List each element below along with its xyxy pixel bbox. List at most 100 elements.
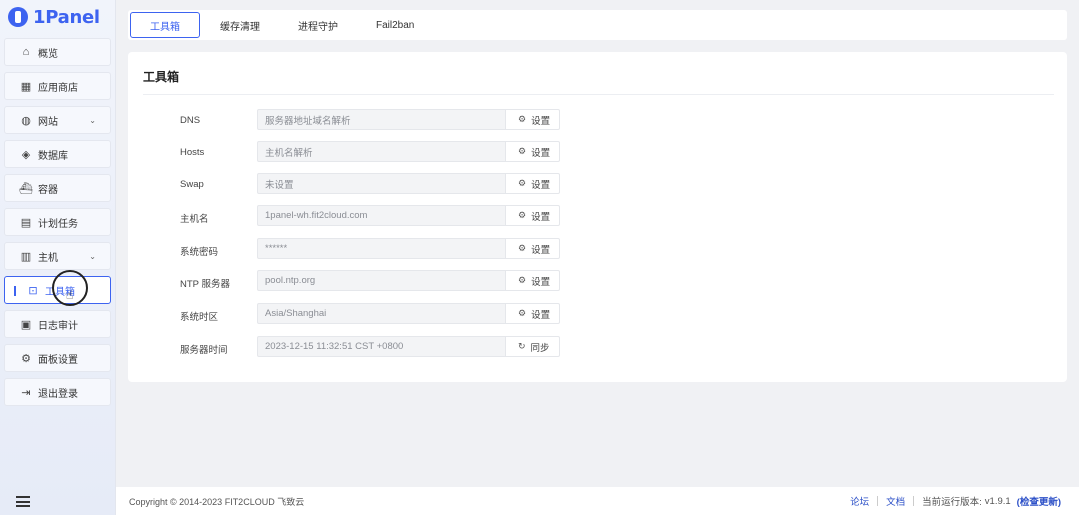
- docs-link[interactable]: 文档: [886, 494, 905, 508]
- setting-row: 主机名 1panel-wh.fit2cloud.com ⚙ 设置: [128, 205, 1067, 227]
- sidebar-item-2[interactable]: ◍ 网站 ⌄: [4, 106, 111, 134]
- setting-label: Hosts: [180, 147, 205, 158]
- settings-button[interactable]: ⚙ 设置: [505, 173, 560, 194]
- sidebar-item-9[interactable]: ⚙ 面板设置: [4, 344, 111, 372]
- setting-value-field: 未设置: [257, 173, 506, 194]
- setting-label: Swap: [180, 179, 204, 190]
- setting-row: 服务器时间 2023-12-15 11:32:51 CST +0800 ↻ 同步: [128, 336, 1067, 358]
- sidebar-item-label: 概览: [38, 48, 58, 60]
- tab-1[interactable]: 缓存清理: [202, 12, 278, 38]
- sidebar-item-label: 面板设置: [38, 354, 78, 366]
- settings-button[interactable]: ⚙ 设置: [505, 303, 560, 324]
- button-label: 同步: [530, 342, 550, 354]
- sidebar-item-8[interactable]: ▣ 日志审计: [4, 310, 111, 338]
- chevron-down-icon: ⌄: [89, 115, 96, 125]
- setting-label: 主机名: [180, 214, 209, 225]
- sidebar-item-label: 计划任务: [38, 218, 78, 230]
- setting-label: DNS: [180, 115, 201, 126]
- settings-button[interactable]: ⚙ 设置: [505, 238, 560, 259]
- divider: [913, 496, 915, 506]
- setting-row: 系统密码 ****** ⚙ 设置: [128, 238, 1067, 260]
- chevron-down-icon: ⌄: [89, 251, 96, 261]
- refresh-icon: ↻: [518, 341, 526, 351]
- globe-icon: ◍: [21, 114, 31, 127]
- sidebar-item-label: 退出登录: [38, 388, 78, 400]
- apps-icon: ▦: [20, 80, 32, 93]
- sidebar-item-label: 容器: [38, 184, 58, 196]
- gear-icon: ⚙: [518, 178, 527, 188]
- gear-icon: ⚙: [518, 308, 527, 318]
- sidebar-item-label: 日志审计: [38, 320, 78, 332]
- tab-3[interactable]: Fail2ban: [358, 12, 432, 38]
- forum-link[interactable]: 论坛: [850, 494, 869, 508]
- button-label: 设置: [531, 244, 551, 256]
- settings-button[interactable]: ⚙ 设置: [505, 109, 560, 130]
- calendar-icon: ▤: [20, 216, 32, 229]
- sidebar-item-10[interactable]: ⇥ 退出登录: [4, 378, 111, 406]
- database-icon: ◈: [21, 148, 31, 161]
- setting-label: 系统密码: [180, 247, 219, 258]
- tab-0[interactable]: 工具箱: [130, 12, 200, 38]
- sidebar-item-1[interactable]: ▦ 应用商店: [4, 72, 111, 100]
- footer: Copyright © 2014-2023 FIT2CLOUD 飞致云 论坛 文…: [116, 487, 1079, 515]
- button-label: 设置: [531, 179, 551, 191]
- setting-label: 系统时区: [180, 312, 219, 323]
- version-label: 当前运行版本:: [922, 497, 982, 508]
- button-label: 设置: [531, 211, 551, 223]
- sidebar-nav: ⌂ 概览 ▦ 应用商店 ◍ 网站 ⌄ ◈ 数据库 ⛴ 容器 ▤ 计划任务 ▥ 主机 ⌄ ⊡ 工具箱 ▣ 日志审计 ⚙ 面板…: [0, 34, 115, 406]
- sync-button[interactable]: ↻ 同步: [505, 336, 560, 357]
- tab-2[interactable]: 进程守护: [280, 12, 356, 38]
- gear-icon: ⚙: [518, 275, 527, 285]
- logout-icon: ⇥: [21, 386, 31, 399]
- sidebar-item-label: 应用商店: [38, 82, 78, 94]
- setting-value-field: 1panel-wh.fit2cloud.com: [257, 205, 506, 226]
- setting-value-field: ******: [257, 238, 506, 259]
- setting-value-field: 主机名解析: [257, 141, 506, 162]
- setting-row: DNS 服务器地址域名解析 ⚙ 设置: [128, 109, 1067, 131]
- setting-row: 系统时区 Asia/Shanghai ⚙ 设置: [128, 303, 1067, 325]
- sidebar-item-6[interactable]: ▥ 主机 ⌄: [4, 242, 111, 270]
- check-update-link[interactable]: (检查更新): [1017, 494, 1061, 508]
- sidebar: 1Panel ⌂ 概览 ▦ 应用商店 ◍ 网站 ⌄ ◈ 数据库 ⛴ 容器 ▤ 计划任务 ▥ 主机 ⌄ ⊡ 工具箱 ▣…: [0, 0, 116, 515]
- setting-value-field: 服务器地址域名解析: [257, 109, 506, 130]
- button-label: 设置: [531, 147, 551, 159]
- copyright-text: Copyright © 2014-2023 FIT2CLOUD 飞致云: [129, 496, 305, 507]
- settings-button[interactable]: ⚙ 设置: [505, 205, 560, 226]
- container-icon: ⛴: [19, 182, 33, 195]
- hand-pointer-icon: ☝: [66, 288, 74, 302]
- logo-icon: [8, 7, 28, 27]
- menu-toggle-icon[interactable]: [16, 496, 30, 507]
- divider: [143, 94, 1054, 95]
- gear-icon: ⚙: [518, 243, 527, 253]
- setting-label: 服务器时间: [180, 345, 228, 356]
- gear-icon: ⚙: [518, 210, 527, 220]
- gear-icon: ⚙: [518, 146, 527, 156]
- settings-button[interactable]: ⚙ 设置: [505, 141, 560, 162]
- toolbox-card: 工具箱 DNS 服务器地址域名解析 ⚙ 设置 Hosts 主机名解析 ⚙ 设置 Swap 未设置 ⚙…: [128, 52, 1067, 382]
- setting-value-field: Asia/Shanghai: [257, 303, 506, 324]
- sidebar-item-3[interactable]: ◈ 数据库: [4, 140, 111, 168]
- logo-text: 1Panel: [33, 6, 100, 28]
- sidebar-item-4[interactable]: ⛴ 容器: [4, 174, 111, 202]
- page-title: 工具箱: [143, 70, 180, 84]
- gear-icon: ⚙: [518, 114, 527, 124]
- active-indicator: [14, 286, 16, 296]
- setting-row: Swap 未设置 ⚙ 设置: [128, 173, 1067, 195]
- setting-label: NTP 服务器: [180, 279, 230, 290]
- sidebar-item-5[interactable]: ▤ 计划任务: [4, 208, 111, 236]
- setting-value-field: pool.ntp.org: [257, 270, 506, 291]
- button-label: 设置: [531, 309, 551, 321]
- settings-icon: ⚙: [21, 352, 31, 365]
- sidebar-item-label: 网站: [38, 116, 58, 128]
- sidebar-item-label: 数据库: [38, 150, 68, 162]
- host-icon: ▥: [20, 250, 32, 263]
- setting-row: Hosts 主机名解析 ⚙ 设置: [128, 141, 1067, 163]
- button-label: 设置: [531, 115, 551, 127]
- sidebar-item-0[interactable]: ⌂ 概览: [4, 38, 111, 66]
- log-icon: ▣: [20, 318, 32, 331]
- button-label: 设置: [531, 276, 551, 288]
- app-logo[interactable]: 1Panel: [0, 0, 115, 34]
- version-number: v1.9.1: [984, 495, 1011, 507]
- setting-value-field: 2023-12-15 11:32:51 CST +0800: [257, 336, 506, 357]
- settings-button[interactable]: ⚙ 设置: [505, 270, 560, 291]
